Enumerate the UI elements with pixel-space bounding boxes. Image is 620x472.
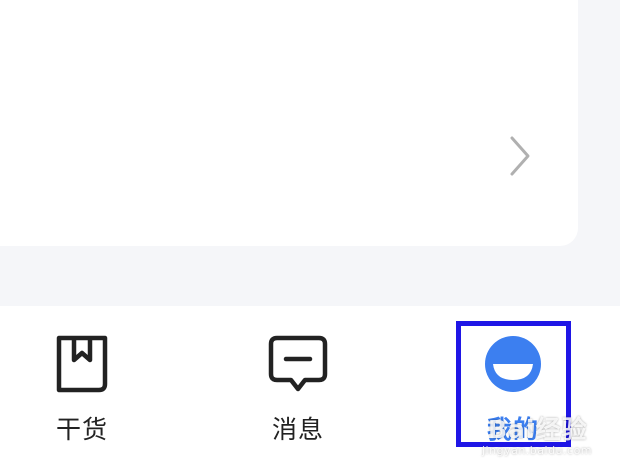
tab-label-messages: 消息 <box>271 415 324 444</box>
content-card[interactable] <box>0 0 578 246</box>
tab-dry-goods[interactable]: 干货 <box>12 306 152 472</box>
notebook-icon <box>56 335 108 393</box>
smiley-icon <box>485 336 541 392</box>
tab-label-me: 我的 <box>486 415 539 444</box>
chevron-right-icon[interactable] <box>506 134 534 178</box>
tab-label-dry-goods: 干货 <box>55 415 108 444</box>
message-icon <box>268 335 328 392</box>
tab-me[interactable]: 我的 <box>443 306 583 472</box>
tab-messages[interactable]: 消息 <box>228 306 368 472</box>
bottom-tab-bar: 干货 消息 我的 <box>0 306 620 472</box>
